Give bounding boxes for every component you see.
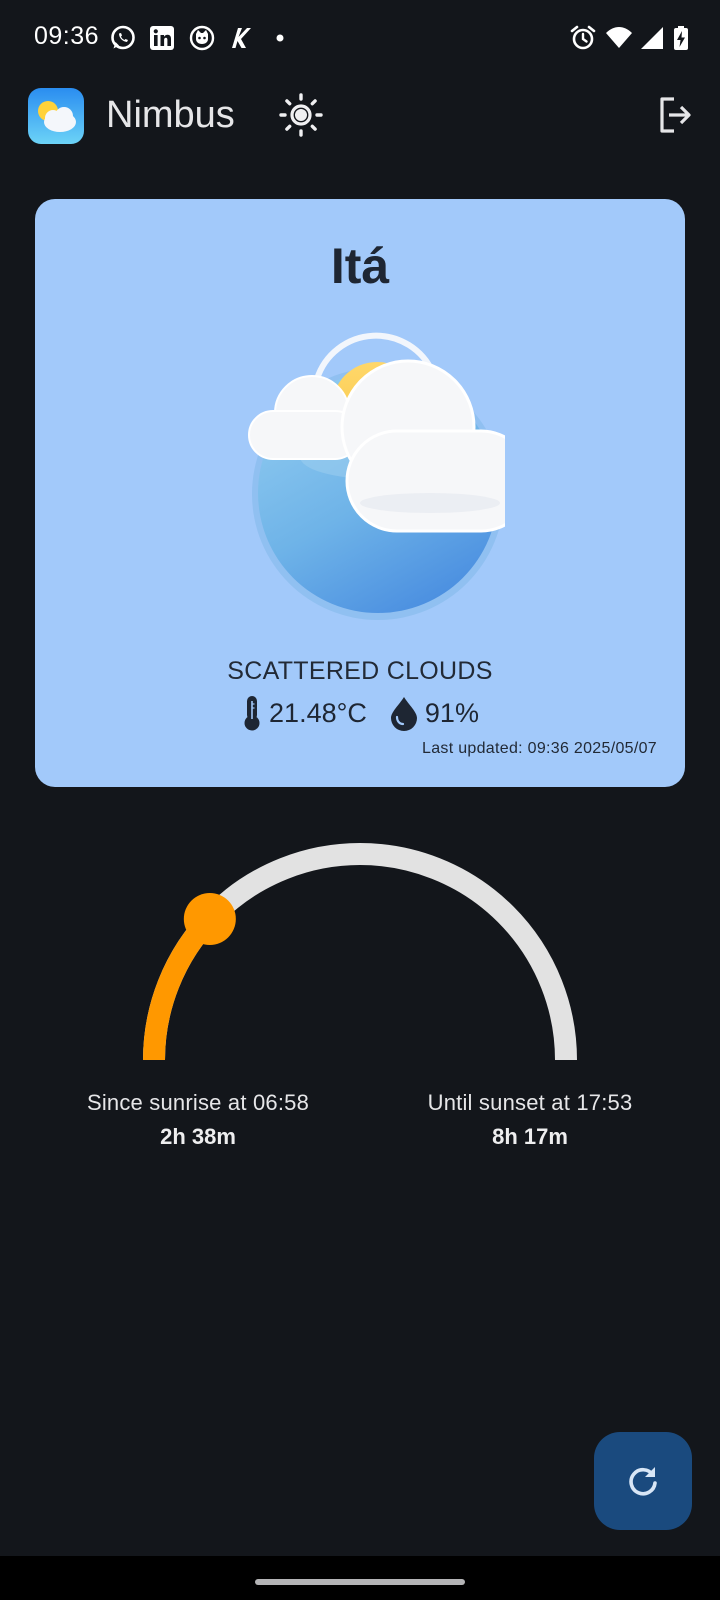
battery-charging-icon: [674, 26, 688, 50]
system-nav-bar: [0, 1556, 720, 1600]
github-icon: [189, 25, 215, 51]
sun-position-marker: [183, 892, 236, 945]
until-sunset-value: 8h 17m: [492, 1124, 568, 1149]
sunrise-label: Since sunrise at 06:58: [86, 1090, 310, 1115]
linkedin-icon: [150, 26, 174, 50]
thermometer-icon: [244, 696, 260, 731]
weather-card: Itá SCATTERED CLOUDS 21.48°C 91% Last up…: [35, 199, 685, 787]
refresh-icon: [629, 1467, 657, 1496]
whatsapp-icon: [111, 25, 135, 50]
app-logo-icon: [28, 88, 84, 144]
city-name: Itá: [330, 238, 390, 294]
sun-behind-clouds-icon: [248, 332, 505, 620]
sun-progress-arc: [143, 843, 577, 1061]
temperature-value: 21.48°C: [269, 697, 367, 728]
logout-icon[interactable]: [654, 94, 696, 136]
metrics-row: 21.48°C 91%: [35, 695, 685, 731]
screen: 09:36 Nimbus Itá SCATTERED CLOUDS 21.48°…: [0, 0, 720, 1600]
signal-icon: [641, 27, 663, 49]
water-drop-icon: [390, 697, 417, 731]
status-time: 09:36: [34, 22, 100, 50]
since-sunrise-value: 2h 38m: [160, 1124, 236, 1149]
humidity-value: 91%: [424, 697, 479, 728]
status-bar: 09:36: [0, 0, 720, 78]
last-updated: Last updated: 09:36 2025/05/07: [422, 740, 657, 757]
sunset-label: Until sunset at 17:53: [427, 1090, 633, 1115]
home-indicator[interactable]: [255, 1579, 465, 1585]
sunrise-info: Since sunrise at 06:58 2h 38m: [48, 1090, 348, 1150]
sun-arc-track: [143, 843, 577, 1061]
dot-icon: [276, 34, 284, 42]
app-logo: [28, 88, 84, 144]
alarm-icon: [570, 25, 596, 50]
weather-condition: SCATTERED CLOUDS: [227, 657, 493, 685]
humidity-metric: 91%: [389, 695, 479, 731]
refresh-button[interactable]: [594, 1432, 692, 1530]
temperature-metric: 21.48°C: [241, 695, 367, 731]
sun-icon[interactable]: [278, 92, 324, 138]
wifi-icon: [606, 27, 632, 48]
sunset-info: Until sunset at 17:53 8h 17m: [380, 1090, 680, 1150]
app-title: Nimbus: [106, 94, 235, 136]
kiwi-icon: [232, 28, 251, 48]
app-bar: Nimbus: [0, 78, 720, 152]
